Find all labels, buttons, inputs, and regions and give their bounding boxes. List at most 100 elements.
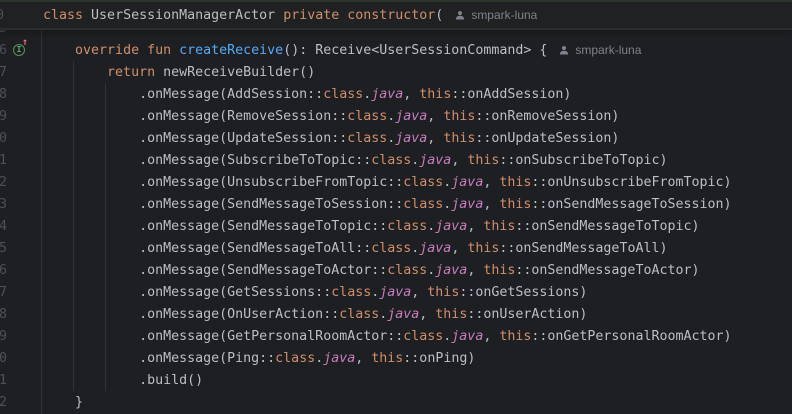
- code-token: ,: [483, 175, 499, 190]
- line-number[interactable]: 61: [0, 373, 7, 388]
- code-line[interactable]: 52 .onMessage(UnsubscribeFromTopic::clas…: [0, 171, 792, 193]
- code-token: java: [435, 263, 467, 278]
- line-number[interactable]: 52: [0, 175, 7, 190]
- code-text: .onMessage(SubscribeToTopic::class.java,…: [43, 153, 667, 168]
- line-number[interactable]: 56: [0, 263, 7, 278]
- code-text: .onMessage(GetSessions::class.java, this…: [43, 285, 587, 300]
- code-line[interactable]: 48 .onMessage(AddSession::class.java, th…: [0, 83, 792, 105]
- code-token: class: [387, 219, 427, 234]
- author-name: smpark-luna: [575, 43, 641, 57]
- line-number[interactable]: 57: [0, 285, 7, 300]
- code-token: ::onPing): [403, 351, 475, 366]
- code-token: this: [443, 131, 475, 146]
- code-token: this: [483, 263, 515, 278]
- code-token: java: [451, 175, 483, 190]
- code-token: this: [427, 285, 459, 300]
- code-line[interactable]: 50 .onMessage(UpdateSession::class.java,…: [0, 127, 792, 149]
- code-token: ,: [451, 241, 467, 256]
- code-line[interactable]: 59 .onMessage(GetPersonalRoomActor::clas…: [0, 325, 792, 347]
- code-editor[interactable]: 4546I↑ override fun createReceive(): Rec…: [0, 0, 792, 414]
- code-token: java: [419, 241, 451, 256]
- code-token: class: [331, 285, 371, 300]
- line-number[interactable]: 48: [0, 87, 7, 102]
- code-token: .onMessage(GetPersonalRoomActor::: [43, 329, 403, 344]
- code-token: ::onSendMessageToActor): [515, 263, 699, 278]
- code-token: java: [395, 131, 427, 146]
- line-number[interactable]: 50: [0, 131, 7, 146]
- code-line[interactable]: 62 }: [0, 391, 792, 413]
- code-line[interactable]: 60 .onMessage(Ping::class.java, this::on…: [0, 347, 792, 369]
- code-line[interactable]: 47 return newReceiveBuilder(): [0, 61, 792, 83]
- sticky-line-number: 40: [0, 8, 4, 23]
- code-line[interactable]: 49 .onMessage(RemoveSession::class.java,…: [0, 105, 792, 127]
- line-number[interactable]: 55: [0, 241, 7, 256]
- code-token: java: [395, 109, 427, 124]
- line-number[interactable]: 59: [0, 329, 7, 344]
- code-token: .onMessage(Ping::: [43, 351, 275, 366]
- code-token: ,: [427, 131, 443, 146]
- code-token: class: [43, 8, 91, 23]
- code-token: return: [107, 65, 163, 80]
- code-token: ::onSendMessageToSession): [531, 197, 731, 212]
- line-number[interactable]: 47: [0, 65, 7, 80]
- code-token: java: [323, 351, 355, 366]
- code-line[interactable]: 53 .onMessage(SendMessageToSession::clas…: [0, 193, 792, 215]
- code-line[interactable]: 58 .onMessage(OnUserAction::class.java, …: [0, 303, 792, 325]
- code-token: .onMessage(RemoveSession::: [43, 109, 347, 124]
- code-token: ::onGetSessions): [459, 285, 587, 300]
- line-number[interactable]: 49: [0, 109, 7, 124]
- author-name: smpark-luna: [471, 8, 537, 22]
- code-text: .onMessage(GetPersonalRoomActor::class.j…: [43, 329, 732, 344]
- code-line[interactable]: 46I↑ override fun createReceive(): Recei…: [0, 39, 792, 61]
- code-token: override fun: [75, 43, 179, 58]
- code-token: java: [379, 285, 411, 300]
- code-token: ::onSendMessageToTopic): [515, 219, 699, 234]
- code-token: class: [387, 263, 427, 278]
- code-text: .onMessage(AddSession::class.java, this:…: [43, 87, 571, 102]
- line-number[interactable]: 46: [0, 43, 7, 58]
- line-number[interactable]: 53: [0, 197, 7, 212]
- code-token: ,: [467, 263, 483, 278]
- code-token: ::onUnsubscribeFromTopic): [531, 175, 731, 190]
- code-token: [43, 43, 75, 58]
- code-line[interactable]: 57 .onMessage(GetSessions::class.java, t…: [0, 281, 792, 303]
- code-token: this: [467, 241, 499, 256]
- code-token: (): Receive<UserSessionCommand> {: [283, 43, 547, 58]
- code-token: ,: [467, 219, 483, 234]
- code-token: this: [483, 219, 515, 234]
- author-inlay[interactable]: smpark-luna: [454, 8, 537, 22]
- code-token: java: [435, 219, 467, 234]
- code-token: class: [403, 329, 443, 344]
- code-line[interactable]: 55 .onMessage(SendMessageToAll::class.ja…: [0, 237, 792, 259]
- code-token: this: [499, 175, 531, 190]
- code-token: UserSessionManagerActor: [91, 8, 283, 23]
- code-text: .onMessage(Ping::class.java, this::onPin…: [43, 351, 475, 366]
- code-line[interactable]: 51 .onMessage(SubscribeToTopic::class.ja…: [0, 149, 792, 171]
- code-token: ,: [411, 285, 427, 300]
- code-line[interactable]: 61 .build(): [0, 369, 792, 391]
- code-token: .onMessage(UnsubscribeFromTopic::: [43, 175, 403, 190]
- code-token: class: [371, 153, 411, 168]
- code-text: .onMessage(RemoveSession::class.java, th…: [43, 109, 619, 124]
- code-token: class: [323, 87, 363, 102]
- line-number[interactable]: 60: [0, 351, 7, 366]
- code-token: .onMessage(SendMessageToAll::: [43, 241, 371, 256]
- code-line[interactable]: 56 .onMessage(SendMessageToActor::class.…: [0, 259, 792, 281]
- code-text: .onMessage(SendMessageToSession::class.j…: [43, 197, 732, 212]
- editor-lines[interactable]: 4546I↑ override fun createReceive(): Rec…: [0, 0, 792, 414]
- implements-method-icon[interactable]: I↑: [13, 43, 25, 55]
- code-token: java: [419, 153, 451, 168]
- code-token: this: [419, 87, 451, 102]
- line-number[interactable]: 62: [0, 395, 7, 410]
- user-icon: [558, 44, 570, 56]
- code-token: ::onUpdateSession): [475, 131, 619, 146]
- code-text: return newReceiveBuilder(): [43, 65, 315, 80]
- line-number[interactable]: 54: [0, 219, 7, 234]
- code-line[interactable]: 54 .onMessage(SendMessageToTopic::class.…: [0, 215, 792, 237]
- sticky-declaration-line[interactable]: 40 class UserSessionManagerActor private…: [0, 0, 792, 30]
- code-token: this: [499, 329, 531, 344]
- line-number[interactable]: 58: [0, 307, 7, 322]
- code-token: .onMessage(UpdateSession::: [43, 131, 347, 146]
- line-number[interactable]: 51: [0, 153, 7, 168]
- author-inlay[interactable]: smpark-luna: [558, 43, 641, 57]
